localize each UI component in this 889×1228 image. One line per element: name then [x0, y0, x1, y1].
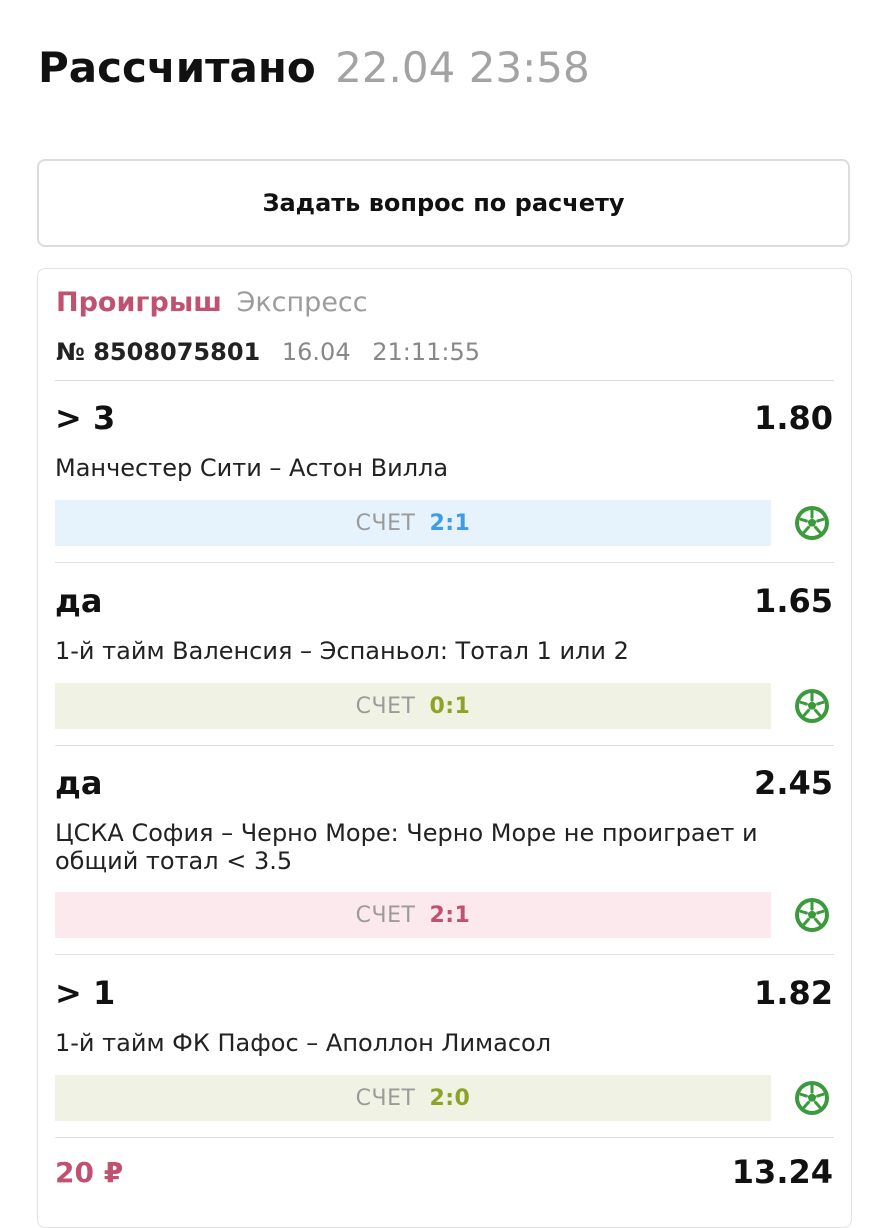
event-outcome: да [55, 764, 103, 802]
event-outcome: да [55, 582, 103, 620]
divider [55, 1137, 834, 1138]
event-coef: 1.82 [754, 974, 833, 1012]
score-label: СЧЕТ [355, 902, 416, 928]
soccer-ball-icon [795, 1081, 829, 1115]
divider [55, 562, 834, 563]
score-value: 2:1 [429, 902, 471, 928]
score-bar: СЧЕТ 0:1 [55, 683, 771, 729]
bet-date: 16.04 [281, 338, 351, 366]
soccer-ball-icon [795, 506, 829, 540]
bet-meta: № 8508075801 16.04 21:11:55 [56, 335, 480, 369]
score-label: СЧЕТ [355, 1085, 416, 1111]
total-coef: 13.24 [731, 1153, 833, 1191]
ask-question-button[interactable]: Задать вопрос по расчету [37, 159, 850, 247]
bet-result: Проигрыш [56, 287, 222, 318]
bet-number: № 8508075801 [56, 338, 261, 366]
score-value: 0:1 [429, 693, 471, 719]
event-match: ЦСКА София – Черно Море: Черно Море не п… [55, 819, 758, 875]
event-coef: 2.45 [754, 764, 833, 802]
event-coef: 1.65 [754, 582, 833, 620]
event-match: 1-й тайм ФК Пафос – Аполлон Лимасол [55, 1029, 552, 1057]
event-outcome: > 1 [55, 974, 116, 1012]
stake-amount: 20 ₽ [55, 1156, 124, 1189]
bet-type: Экспресс [236, 287, 368, 318]
divider [55, 745, 834, 746]
score-label: СЧЕТ [355, 510, 416, 536]
event-coef: 1.80 [754, 399, 833, 437]
bet-card-header: Проигрыш Экспресс [56, 283, 368, 323]
settled-datetime: 22.04 23:58 [335, 43, 590, 92]
divider [55, 954, 834, 955]
page-title: Рассчитано 22.04 23:58 [38, 40, 590, 96]
bet-time: 21:11:55 [372, 338, 481, 366]
score-bar: СЧЕТ 2:0 [55, 1075, 771, 1121]
score-value: 2:1 [429, 510, 471, 536]
divider [55, 380, 834, 381]
soccer-ball-icon [795, 898, 829, 932]
bet-status: Рассчитано [38, 43, 316, 92]
event-match: Манчестер Сити – Астон Вилла [55, 454, 449, 482]
score-value: 2:0 [429, 1085, 471, 1111]
soccer-ball-icon [795, 689, 829, 723]
score-bar: СЧЕТ 2:1 [55, 892, 771, 938]
score-label: СЧЕТ [355, 693, 416, 719]
event-match: 1-й тайм Валенсия – Эспаньол: Тотал 1 ил… [55, 637, 629, 665]
score-bar: СЧЕТ 2:1 [55, 500, 771, 546]
event-outcome: > 3 [55, 399, 116, 437]
